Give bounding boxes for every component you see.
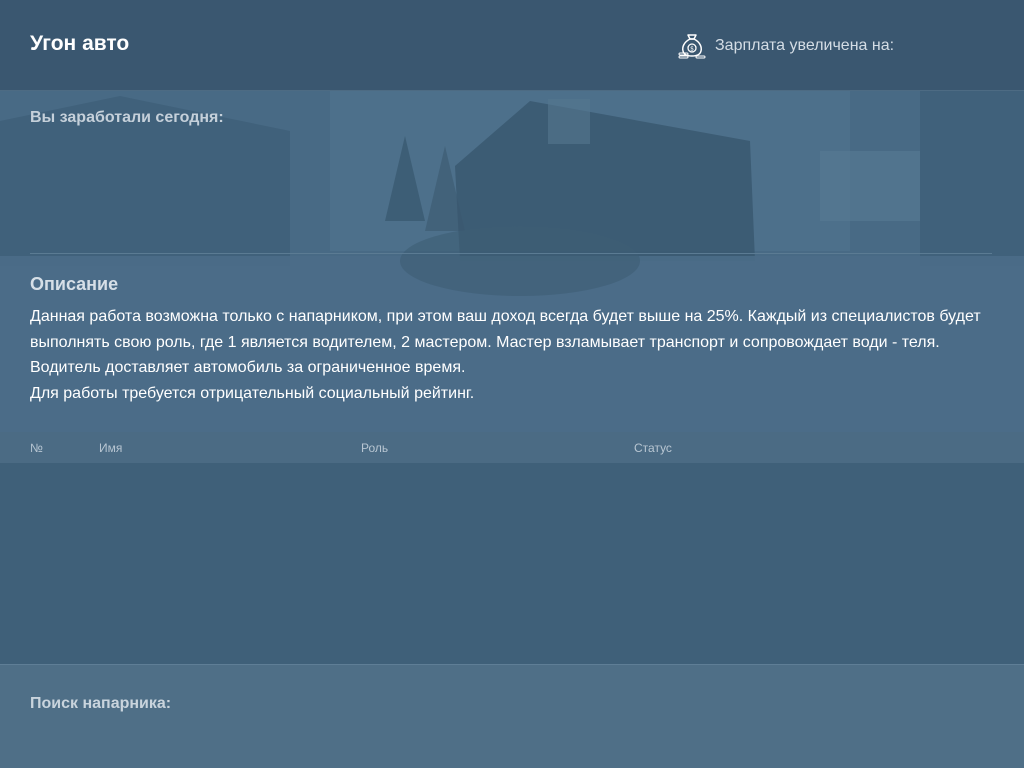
partner-search-label: Поиск напарника: (30, 695, 172, 712)
column-role: Роль (361, 441, 389, 455)
column-number: № (30, 441, 43, 455)
description-paragraph: Данная работа возможна только с напарник… (30, 308, 981, 377)
salary-label: Зарплата увеличена на: (715, 37, 895, 54)
salary-increase: $ Зарплата увеличена на: (678, 32, 894, 60)
page: Угон авто $ Зарплата увеличена на: Вы за… (0, 0, 1024, 768)
svg-text:$: $ (690, 46, 694, 53)
header: Угон авто $ Зарплата увеличена на: (0, 0, 1024, 91)
description-text: Данная работа возможна только с напарник… (30, 304, 995, 407)
column-status: Статус (634, 441, 672, 455)
money-bag-icon: $ (678, 34, 706, 59)
description-requirement: Для работы требуется отрицательный социа… (30, 385, 475, 403)
partners-table-header: № Имя Роль Статус (0, 432, 1024, 463)
column-name: Имя (99, 441, 123, 455)
hero-section: Вы заработали сегодня: Описание Данная р… (0, 91, 1024, 432)
divider (30, 253, 992, 254)
footer: Поиск напарника: (0, 664, 1024, 768)
earned-today-label: Вы заработали сегодня: (30, 109, 224, 126)
partners-table-body[interactable] (0, 463, 1024, 664)
description-title: Описание (30, 274, 119, 294)
page-title: Угон авто (30, 32, 130, 55)
